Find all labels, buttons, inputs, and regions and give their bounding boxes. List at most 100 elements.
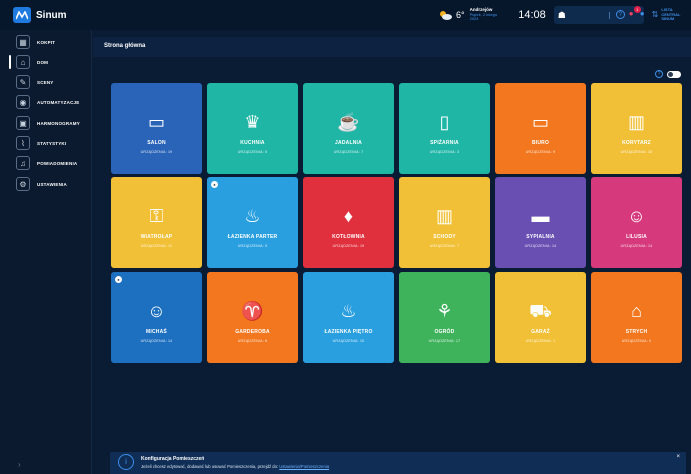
clock: 14:08 <box>518 9 546 21</box>
divider <box>608 12 610 19</box>
room-name: BIURO <box>531 140 550 146</box>
room-tile[interactable]: ♦ KOTŁOWNIA URZĄDZENIA: 19 <box>303 177 394 268</box>
room-tile[interactable]: ⌂ STRYCH URZĄDZENIA: 0 <box>591 272 682 363</box>
weather-icon <box>440 11 452 20</box>
tv-icon: ▭ <box>147 112 165 132</box>
weather-widget[interactable]: 6° <box>438 10 465 20</box>
sidebar-item-sceny[interactable]: ✎ SCENY <box>16 75 54 89</box>
room-name: MICHAŚ <box>146 329 167 335</box>
room-tile[interactable]: ● ☺ MICHAŚ URZĄDZENIA: 14 <box>111 272 202 363</box>
date-block: Andrzejów Piątek, 2 lutego 2024 <box>470 7 505 22</box>
room-device-count: URZĄDZENIA: 3 <box>429 150 460 154</box>
chef-hat-icon: ♛ <box>244 112 261 132</box>
room-device-count: URZĄDZENIA: 10 <box>332 339 365 343</box>
bathtub-icon: ♨ <box>244 206 261 226</box>
sidebar-item-label: USTAWIENIA <box>37 181 67 187</box>
room-name: SCHODY <box>433 234 456 240</box>
room-tile[interactable]: ● ♨ ŁAZIENKA PARTER URZĄDZENIA: 5 <box>207 177 298 268</box>
room-name: KORYTARZ <box>622 140 651 146</box>
sidebar-item-dom[interactable]: ⌂ DOM <box>16 55 48 69</box>
room-name: ŁAZIENKA PIĘTRO <box>324 329 373 335</box>
sidebar-item-automatyzacje[interactable]: ◉ AUTOMATYZACJE <box>16 95 79 109</box>
room-name: SPIŻARNIA <box>430 140 459 146</box>
room-tile[interactable]: ▭ SALON URZĄDZENIA: 19 <box>111 83 202 174</box>
room-device-count: URZĄDZENIA: 19 <box>140 150 173 154</box>
room-tile[interactable]: ▥ SCHODY URZĄDZENIA: 7 <box>399 177 490 268</box>
room-device-count: URZĄDZENIA: 8 <box>237 339 268 343</box>
fridge-icon: ▯ <box>439 112 450 132</box>
room-device-count: URZĄDZENIA: 19 <box>332 244 365 248</box>
room-name: LILUSIA <box>626 234 647 240</box>
banner-message: Jeżeli chcesz edytować, dodawać lub usuw… <box>141 464 280 469</box>
room-tile[interactable]: ♨ ŁAZIENKA PIĘTRO URZĄDZENIA: 10 <box>303 272 394 363</box>
collapse-sidebar-icon[interactable]: › <box>18 460 21 469</box>
bed-icon: ▬ <box>531 206 550 226</box>
page-header: Strona główna <box>93 37 691 57</box>
help-icon[interactable]: ? <box>615 10 625 19</box>
wand-icon: ✎ <box>16 75 30 89</box>
room-tile[interactable]: ♈ GARDEROBA URZĄDZENIA: 8 <box>207 272 298 363</box>
sidebar-item-kokpit[interactable]: ▦ KOKPIT <box>16 35 55 49</box>
room-tile[interactable]: ▭ BIURO URZĄDZENIA: 9 <box>495 83 586 174</box>
room-tile[interactable]: ▬ SYPIALNIA URZĄDZENIA: 14 <box>495 177 586 268</box>
help-icon[interactable]: ? <box>655 70 663 78</box>
room-tile[interactable]: ⛟ GARAŻ URZĄDZENIA: 1 <box>495 272 586 363</box>
temperature: 6° <box>456 10 465 20</box>
room-device-count: URZĄDZENIA: 15 <box>620 150 653 154</box>
settings-gear-icon[interactable]: ● <box>640 9 645 18</box>
room-name: SALON <box>147 140 166 146</box>
room-name: WIATROŁAP <box>140 234 173 240</box>
info-icon: i <box>118 454 134 470</box>
door-icon: ▥ <box>435 206 453 226</box>
room-device-count: URZĄDZENIA: 11 <box>140 244 173 248</box>
switch-arrow-icon: ⇅ <box>651 10 659 20</box>
notifications-bell-icon[interactable]: ● <box>629 9 634 18</box>
boy-face-icon: ☺ <box>147 301 166 321</box>
room-device-count: URZĄDZENIA: 0 <box>621 339 652 343</box>
banner-text: Jeżeli chcesz edytować, dodawać lub usuw… <box>141 464 329 469</box>
chart-icon: ⌇ <box>16 136 30 150</box>
room-name: GARDEROBA <box>235 329 270 335</box>
edit-mode-toggle[interactable] <box>667 70 681 78</box>
room-tile[interactable]: ▥ KORYTARZ URZĄDZENIA: 15 <box>591 83 682 174</box>
room-name: KOTŁOWNIA <box>332 234 365 240</box>
room-device-count: URZĄDZENIA: 17 <box>428 339 461 343</box>
sidebar-item-ustawienia[interactable]: ⚙ USTAWIENIA <box>16 177 67 191</box>
room-tile[interactable]: ☺ LILUSIA URZĄDZENIA: 14 <box>591 177 682 268</box>
sidebar-item-statystyki[interactable]: ⌇ STATYSTYKI <box>16 136 66 150</box>
settings-rooms-link[interactable]: Ustawienia/Pomieszczenia <box>279 464 329 469</box>
sinum-logo-icon <box>13 7 31 23</box>
flame-icon: ♦ <box>343 206 354 226</box>
user-icon[interactable]: ☗ <box>558 10 566 21</box>
room-device-count: URZĄDZENIA: 14 <box>524 244 557 248</box>
room-tile[interactable]: ⚿ WIATROŁAP URZĄDZENIA: 11 <box>111 177 202 268</box>
room-name: JADALNIA <box>335 140 362 146</box>
girl-face-icon: ☺ <box>627 206 646 226</box>
sidebar: ▦ KOKPIT ⌂ DOM ✎ SCENY ◉ AUTOMATYZACJE ▣ HARMONOG… <box>0 30 92 474</box>
user-panel[interactable]: ☗ ? ● 1 ● <box>553 6 645 24</box>
top-bar: Sinum 6° Andrzejów Piątek, 2 lutego 2024… <box>0 0 691 30</box>
room-tile[interactable]: ▯ SPIŻARNIA URZĄDZENIA: 3 <box>399 83 490 174</box>
room-device-count: URZĄDZENIA: 14 <box>140 339 173 343</box>
door-icon: ▥ <box>627 112 645 132</box>
room-device-count: URZĄDZENIA: 1 <box>525 339 556 343</box>
laptop-icon: ▭ <box>531 112 549 132</box>
sidebar-item-label: STATYSTYKI <box>37 140 67 146</box>
main-content: Strona główna ? ▭ SALON URZĄDZENIA: 19 ♛ KUC… <box>93 30 691 474</box>
sidebar-item-powiadomienia[interactable]: ♫ POWIADOMIENIA <box>16 156 77 170</box>
home-icon: ⌂ <box>16 55 30 69</box>
room-tile[interactable]: ⚘ OGRÓD URZĄDZENIA: 17 <box>399 272 490 363</box>
close-icon[interactable]: × <box>676 454 680 460</box>
bell-icon: ♫ <box>16 156 30 170</box>
app-logo[interactable]: Sinum <box>0 7 67 23</box>
gear-icon: ⚙ <box>16 177 30 191</box>
sidebar-item-harmonogramy[interactable]: ▣ HARMONOGRAMY <box>16 116 80 130</box>
room-tile[interactable]: ☕ JADALNIA URZĄDZENIA: 7 <box>303 83 394 174</box>
sidebar-item-label: AUTOMATYZACJE <box>37 99 80 105</box>
door-handle-icon: ⚿ <box>149 206 164 226</box>
central-list-button[interactable]: ⇅ LISTA CENTRAL SINUM <box>651 7 691 22</box>
plant-icon: ⚘ <box>436 301 453 321</box>
room-name: ŁAZIENKA PARTER <box>227 234 278 240</box>
room-name: KUCHNIA <box>240 140 265 146</box>
room-tile[interactable]: ♛ KUCHNIA URZĄDZENIA: 5 <box>207 83 298 174</box>
